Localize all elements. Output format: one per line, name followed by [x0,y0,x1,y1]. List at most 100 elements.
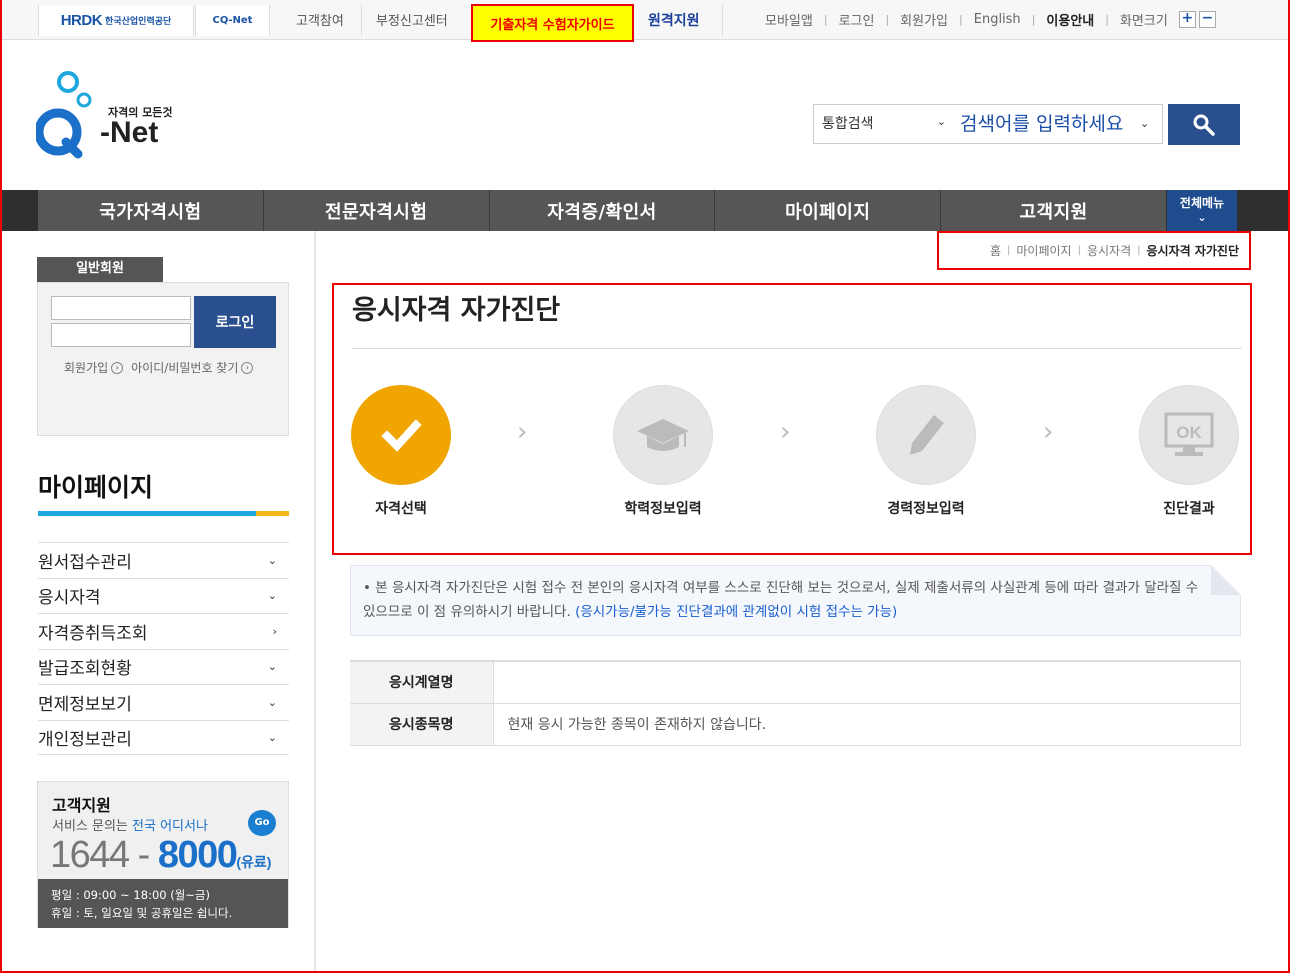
breadcrumb-home[interactable]: 홈 [990,242,1001,259]
sidebar-item-application[interactable]: 원서접수관리 ⌄ [38,542,289,578]
step-select-qualification[interactable]: 자격선택 [351,385,451,517]
step-label: 진단결과 [1163,501,1215,517]
exam-guide-link[interactable]: 기출자격 수험자가이드 [471,4,634,42]
support-hours-weekday: 평일 : 09:00 ~ 18:00 (월~금) [51,888,210,902]
step-career-info[interactable]: 경력정보입력 [876,385,976,517]
sidebar-item-label: 자격증취득조회 [38,623,148,644]
signup-link[interactable]: 회원가입 [900,10,948,29]
hrdk-logo-name: 한국산업인력공단 [105,15,172,26]
chevron-right-icon: › [241,361,254,374]
table-cell: 현재 응시 가능한 종목이 존재하지 않습니다. [493,703,1241,746]
notice-highlight: (응시가능/불가능 진단결과에 관계없이 시험 접수는 가능) [575,604,898,620]
search-button[interactable] [1168,104,1240,145]
graduation-cap-icon [637,419,689,451]
login-button[interactable]: 로그인 [194,296,276,348]
sidebar-item-label: 응시자격 [38,588,101,609]
chevron-right-icon: › [1043,417,1054,447]
phone-prefix: 1644 [50,834,130,876]
nav-professional-exam[interactable]: 전문자격시험 [264,190,490,231]
ok-monitor-icon: OK [1164,412,1214,456]
support-subtitle-prefix: 서비스 문의는 [52,819,133,834]
phone-fee: (유료) [236,854,272,870]
support-phone: 1644 - 8000(유료) [50,834,271,877]
find-account-link[interactable]: 아이디/비밀번호 찾기 [131,359,238,376]
sidebar-item-label: 개인정보관리 [38,729,132,750]
table-row: 응시계열명 [350,661,1241,704]
search-bar: 통합검색 ⌄ ⌄ [813,104,1163,144]
usage-guide-link[interactable]: 이용안내 [1046,10,1094,29]
cqnet-logo-suffix: -Net [228,15,253,26]
sidebar-divider [314,231,316,973]
step-result[interactable]: OK 진단결과 [1139,385,1239,517]
chevron-down-icon[interactable]: ⌄ [1140,117,1149,130]
zoom-in-button[interactable]: + [1178,11,1196,28]
sidebar-item-label: 원서접수관리 [38,552,132,573]
sidebar-item-exemption[interactable]: 면제정보보기 ⌄ [38,684,289,720]
support-hours: 평일 : 09:00 ~ 18:00 (월~금) 휴일 : 토, 일요일 및 공… [38,879,288,928]
mobile-app-link[interactable]: 모바일앱 [765,10,813,29]
step-label: 경력정보입력 [887,501,965,517]
support-subtitle: 서비스 문의는 전국 어디서나 [52,815,208,834]
search-scope-value: 통합검색 [822,116,874,132]
table-row: 응시종목명 현재 응시 가능한 종목이 존재하지 않습니다. [350,703,1241,746]
zoom-out-button[interactable]: − [1198,11,1216,28]
step-label: 자격선택 [375,501,427,517]
id-input[interactable] [51,296,191,320]
support-subtitle-highlight: 전국 어디서나 [132,819,208,834]
qnet-name: -Net [100,116,159,149]
password-input[interactable] [51,323,191,347]
chevron-down-icon: ⌄ [936,115,946,128]
svg-text:OK: OK [1176,423,1202,442]
notice-box: • 본 응시자격 자가진단은 시험 접수 전 본인의 응시자격 여부를 스스로 … [350,565,1241,636]
chevron-down-icon: ⌄ [267,589,277,603]
nav-support[interactable]: 고객지원 [941,190,1166,231]
chevron-right-icon: › [780,417,791,447]
sidebar-item-eligibility[interactable]: 응시자격 ⌄ [38,577,289,614]
login-links: 회원가입 › 아이디/비밀번호 찾기 › [64,359,261,376]
support-hours-holiday: 휴일 : 토, 일요일 및 공휴일은 쉽니다. [51,906,233,920]
breadcrumb-eligibility[interactable]: 응시자격 [1087,242,1131,259]
util-right-links: 모바일앱 | 로그인 | 회원가입 | English | 이용안내 | 화면크기 + − [765,10,1216,29]
eligibility-table: 응시계열명 응시종목명 현재 응시 가능한 종목이 존재하지 않습니다. [350,660,1241,746]
pencil-icon [910,415,944,455]
chevron-down-icon: ⌄ [267,553,277,567]
remote-support-link[interactable]: 원격지원 [648,10,700,30]
english-link[interactable]: English [974,12,1021,27]
hrdk-logo[interactable]: HRDK 한국산업인력공단 [38,5,194,36]
signup-link[interactable]: 회원가입 [64,359,108,376]
qnet-logo[interactable]: 자격의 모든것 -Net [34,70,186,162]
fraud-report-link[interactable]: 부정신고센터 [376,10,448,29]
chevron-right-icon: › [272,624,277,638]
utility-bar: HRDK 한국산업인력공단 CQ -Net 고객참여 부정신고센터 기출자격 수험… [0,0,1290,42]
sidebar-item-certificate-lookup[interactable]: 자격증취득조회 › [38,613,289,649]
sidebar-item-personal-info[interactable]: 개인정보관리 ⌄ [38,719,289,755]
all-menu-button[interactable]: 전체메뉴 ⌄ [1167,190,1237,231]
search-input[interactable] [960,106,1160,142]
util-divider [722,5,723,36]
sidebar-menu: 원서접수관리 ⌄ 응시자격 ⌄ 자격증취득조회 › 발급조회현황 ⌄ 면제정보보기 ⌄ 개… [38,542,289,755]
login-link[interactable]: 로그인 [839,10,875,29]
all-menu-label: 전체메뉴 [1179,196,1225,210]
sidebar-item-label: 면제정보보기 [38,694,132,715]
nav-mypage[interactable]: 마이페이지 [715,190,942,231]
sidebar-item-issuance-status[interactable]: 발급조회현황 ⌄ [38,648,289,685]
nav-certificate[interactable]: 자격증/확인서 [490,190,716,231]
table-cell [493,661,1241,704]
screen-size-label: 화면크기 [1119,14,1168,29]
customer-participation-link[interactable]: 고객참여 [296,10,344,29]
chevron-right-icon: › [111,361,124,374]
support-title: 고객지원 [52,796,111,815]
member-type-tab[interactable]: 일반회원 [37,257,163,282]
go-button[interactable]: Go [248,810,276,836]
search-scope-select[interactable]: 통합검색 ⌄ [814,105,954,143]
chevron-down-icon: ⌄ [267,660,277,674]
nav-national-exam[interactable]: 국가자격시험 [38,190,264,231]
breadcrumb-mypage[interactable]: 마이페이지 [1016,242,1071,259]
step-label: 학력정보입력 [624,501,702,517]
chevron-down-icon: ⌄ [267,695,277,709]
cqnet-logo[interactable]: CQ -Net [195,5,270,36]
sidebar-item-label: 발급조회현황 [38,659,132,680]
self-diagnosis-panel: 응시자격 자가진단 자격선택 › 학력정보입력 › 경력정보입력 › OK 진단… [332,283,1252,555]
chevron-right-icon: › [517,417,528,447]
step-education-info[interactable]: 학력정보입력 [613,385,713,517]
